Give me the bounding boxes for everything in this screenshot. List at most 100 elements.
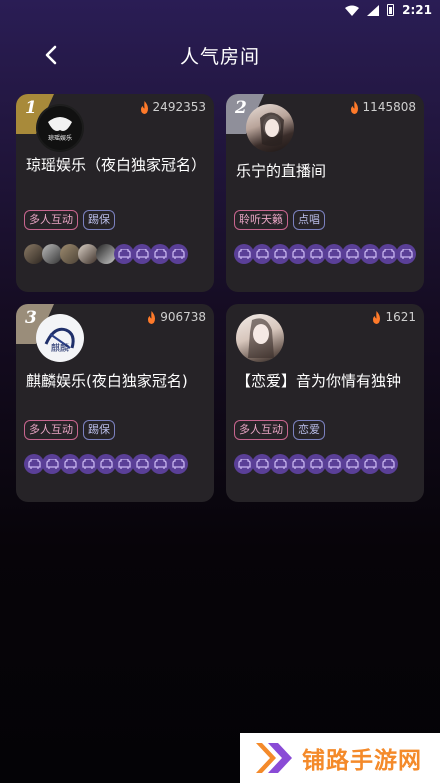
seat-empty[interactable] bbox=[114, 244, 134, 264]
seat-empty[interactable] bbox=[360, 454, 380, 474]
rank-number: 2 bbox=[235, 98, 247, 118]
seat-empty[interactable] bbox=[234, 454, 254, 474]
seat-empty[interactable] bbox=[234, 244, 254, 264]
seat-avatar[interactable] bbox=[96, 244, 116, 264]
seat-empty[interactable] bbox=[168, 454, 188, 474]
fire-icon bbox=[140, 100, 148, 114]
sofa-icon bbox=[237, 459, 251, 469]
watermark-text: 铺路手游网 bbox=[302, 748, 422, 774]
seat-empty[interactable] bbox=[288, 454, 308, 474]
sofa-icon bbox=[255, 249, 269, 259]
seat-empty[interactable] bbox=[288, 244, 308, 264]
sofa-icon bbox=[153, 249, 167, 259]
sofa-icon bbox=[81, 459, 95, 469]
sofa-icon bbox=[381, 459, 395, 469]
heat-value: 906738 bbox=[160, 310, 206, 324]
seat-empty[interactable] bbox=[342, 454, 362, 474]
seat-empty[interactable] bbox=[42, 454, 62, 474]
seat-empty[interactable] bbox=[378, 454, 398, 474]
fire-icon bbox=[373, 310, 381, 324]
sofa-icon bbox=[309, 459, 323, 469]
header: 人气房间 bbox=[0, 34, 440, 76]
heat-value: 1621 bbox=[385, 310, 416, 324]
seat-empty[interactable] bbox=[168, 244, 188, 264]
avatar bbox=[246, 104, 294, 152]
heat-value: 1145808 bbox=[362, 100, 416, 114]
room-card[interactable]: 2 1145808 乐宁的直播间 聆听天籁 点唱 bbox=[226, 94, 424, 292]
rank-number: 1 bbox=[25, 98, 37, 118]
seat-empty[interactable] bbox=[306, 244, 326, 264]
seat-avatar[interactable] bbox=[24, 244, 44, 264]
fire-icon bbox=[350, 100, 358, 114]
tag: 多人互动 bbox=[234, 420, 288, 440]
sofa-icon bbox=[135, 249, 149, 259]
seat-empty[interactable] bbox=[132, 454, 152, 474]
room-card[interactable]: 1 琼瑶娱乐 2492353 琼瑶娱乐（夜白独家冠名） 多人互动 踢保 bbox=[16, 94, 214, 292]
sofa-icon bbox=[255, 459, 269, 469]
tag-list: 聆听天籁 点唱 bbox=[234, 210, 325, 230]
seat-empty[interactable] bbox=[324, 454, 344, 474]
mic-seats bbox=[24, 454, 188, 474]
signal-icon bbox=[367, 4, 380, 16]
sofa-icon bbox=[291, 249, 305, 259]
seat-empty[interactable] bbox=[150, 454, 170, 474]
watermark: 铺路手游网 bbox=[240, 733, 440, 783]
room-name: 【恋爱】音为你情有独钟 bbox=[236, 372, 402, 390]
sofa-icon bbox=[63, 459, 77, 469]
seat-empty[interactable] bbox=[24, 454, 44, 474]
sofa-icon bbox=[345, 459, 359, 469]
seat-empty[interactable] bbox=[378, 244, 398, 264]
seat-empty[interactable] bbox=[132, 244, 152, 264]
sofa-icon bbox=[237, 249, 251, 259]
seat-empty[interactable] bbox=[252, 454, 272, 474]
room-name: 琼瑶娱乐（夜白独家冠名） bbox=[26, 156, 207, 174]
seat-empty[interactable] bbox=[150, 244, 170, 264]
seat-empty[interactable] bbox=[252, 244, 272, 264]
seat-empty[interactable] bbox=[114, 454, 134, 474]
avatar-label: 琼瑶娱乐 bbox=[47, 135, 72, 142]
sofa-icon bbox=[381, 249, 395, 259]
wifi-icon bbox=[345, 5, 360, 16]
seat-empty[interactable] bbox=[306, 454, 326, 474]
seat-empty[interactable] bbox=[60, 454, 80, 474]
seat-empty[interactable] bbox=[270, 244, 290, 264]
room-name: 乐宁的直播间 bbox=[236, 162, 327, 180]
mic-seats bbox=[24, 244, 188, 264]
seat-empty[interactable] bbox=[324, 244, 344, 264]
page-title: 人气房间 bbox=[179, 46, 260, 68]
tag: 踢保 bbox=[83, 420, 115, 440]
sofa-icon bbox=[363, 459, 377, 469]
battery-icon bbox=[387, 4, 395, 16]
fire-icon bbox=[148, 310, 156, 324]
seat-empty[interactable] bbox=[396, 244, 416, 264]
heat-count: 1145808 bbox=[349, 100, 416, 114]
seat-empty[interactable] bbox=[360, 244, 380, 264]
sofa-icon bbox=[117, 249, 131, 259]
sofa-icon bbox=[291, 459, 305, 469]
mic-seats bbox=[234, 244, 416, 264]
seat-empty[interactable] bbox=[270, 454, 290, 474]
heat-count: 1621 bbox=[371, 310, 416, 324]
tag: 踢保 bbox=[83, 210, 115, 230]
sofa-icon bbox=[171, 249, 185, 259]
seat-avatar[interactable] bbox=[78, 244, 98, 264]
sofa-icon bbox=[99, 459, 113, 469]
avatar: 麒麟 bbox=[36, 314, 84, 362]
tag-list: 多人互动 踢保 bbox=[24, 420, 115, 440]
seat-avatar[interactable] bbox=[60, 244, 80, 264]
seat-empty[interactable] bbox=[78, 454, 98, 474]
tag: 点唱 bbox=[293, 210, 325, 230]
avatar-label: 麒麟 bbox=[50, 344, 69, 354]
status-bar: 2:21 bbox=[0, 0, 440, 20]
seat-empty[interactable] bbox=[96, 454, 116, 474]
seat-empty[interactable] bbox=[342, 244, 362, 264]
sofa-icon bbox=[273, 459, 287, 469]
heat-count: 906738 bbox=[146, 310, 206, 324]
room-card[interactable]: 1621 【恋爱】音为你情有独钟 多人互动 恋爱 bbox=[226, 304, 424, 502]
tag: 多人互动 bbox=[24, 420, 78, 440]
seat-avatar[interactable] bbox=[42, 244, 62, 264]
room-card[interactable]: 3 麒麟 906738 麒麟娱乐(夜白独家冠名) 多人互动 踢保 bbox=[16, 304, 214, 502]
sofa-icon bbox=[345, 249, 359, 259]
heat-count: 2492353 bbox=[139, 100, 206, 114]
status-time: 2:21 bbox=[402, 3, 432, 17]
